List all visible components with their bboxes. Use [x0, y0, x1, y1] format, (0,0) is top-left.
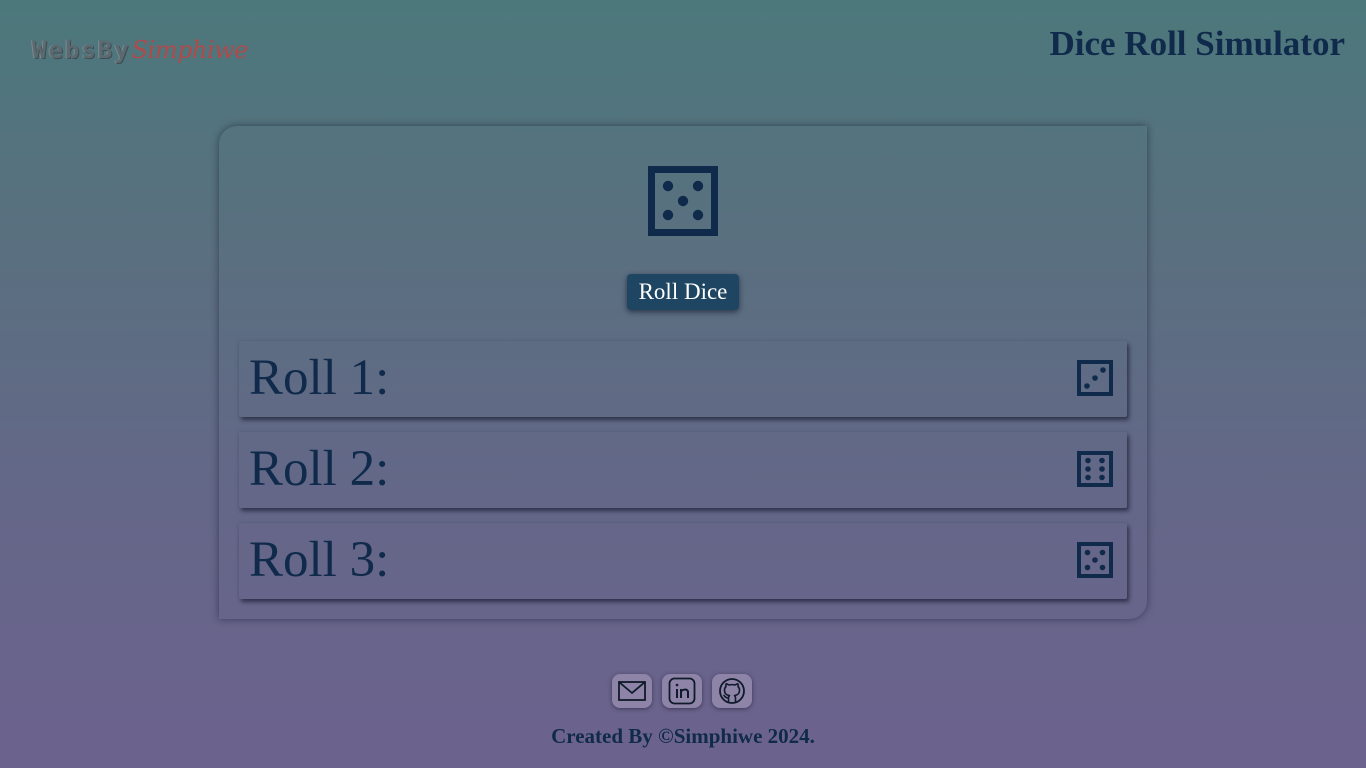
roll-dice-button[interactable]: Roll Dice	[627, 274, 739, 310]
github-icon	[719, 678, 745, 704]
mail-icon	[618, 681, 646, 701]
footer-credit: Created By ©Simphiwe 2024.	[551, 724, 815, 748]
logo-text-primary: WebsBy	[32, 36, 131, 64]
site-logo[interactable]: WebsBy Simphiwe	[32, 36, 248, 70]
social-links	[612, 674, 752, 708]
dice-face-6-icon	[1077, 451, 1113, 487]
roll-history-item-2: Roll 2:	[239, 432, 1127, 508]
linkedin-link[interactable]	[662, 674, 702, 708]
roll-history-label: Roll 3:	[249, 532, 390, 588]
dice-face-5-icon	[1077, 542, 1113, 578]
page-title: Dice Roll Simulator	[1049, 24, 1345, 63]
roll-history-item-1: Roll 1:	[239, 341, 1127, 417]
github-link[interactable]	[712, 674, 752, 708]
linkedin-icon	[668, 677, 696, 705]
dice-face-3-icon	[1077, 360, 1113, 396]
roll-history-item-3: Roll 3:	[239, 523, 1127, 599]
dice-card: Roll Dice Roll 1: Roll 2: Roll 3:	[219, 126, 1147, 619]
dice-face-5-icon	[648, 166, 718, 236]
roll-history-label: Roll 2:	[249, 441, 390, 497]
email-link[interactable]	[612, 674, 652, 708]
logo-text-script: Simphiwe	[131, 36, 249, 64]
roll-history-label: Roll 1:	[249, 350, 390, 406]
